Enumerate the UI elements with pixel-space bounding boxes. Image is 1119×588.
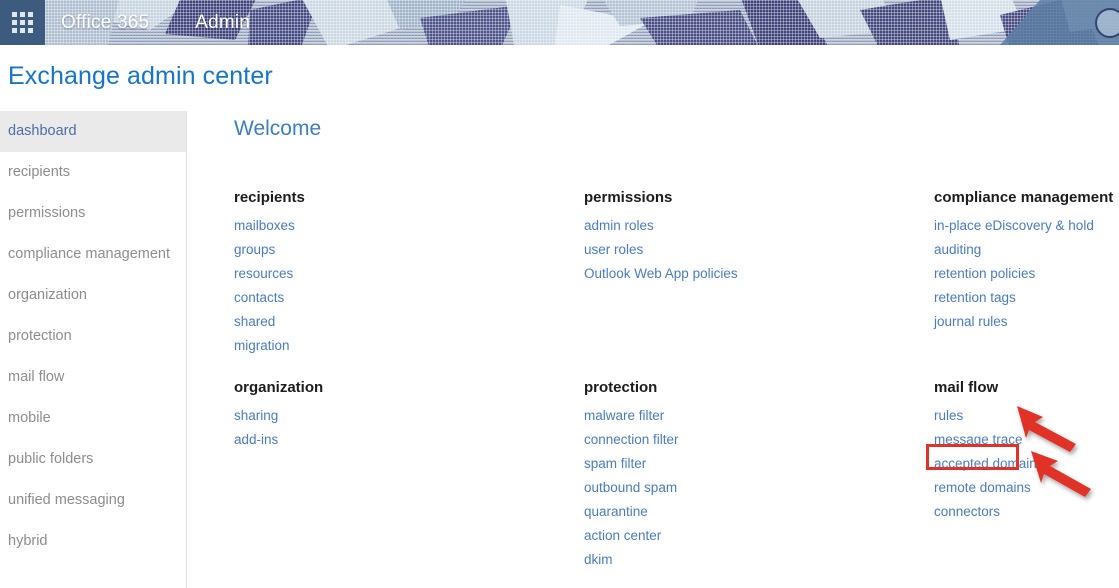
sidebar-item-label: public folders <box>8 451 94 467</box>
sidebar-item-hybrid[interactable]: hybrid <box>0 521 186 562</box>
group-title: organization <box>234 379 324 396</box>
dashboard-group-compliance-management: compliance management in-place eDiscover… <box>934 189 1119 358</box>
sidebar-item-mail-flow[interactable]: mail flow <box>0 357 186 398</box>
link-malware-filter[interactable]: malware filter <box>584 404 664 428</box>
sidebar-item-recipients[interactable]: recipients <box>0 152 186 193</box>
dashboard-group-organization: organization sharing add-ins <box>234 379 584 572</box>
link-connectors[interactable]: connectors <box>934 500 1000 524</box>
link-retention-policies[interactable]: retention policies <box>934 262 1035 286</box>
sidebar-item-public-folders[interactable]: public folders <box>0 439 186 480</box>
link-accepted-domains[interactable]: accepted domains <box>934 452 1044 476</box>
sidebar: dashboard recipients permissions complia… <box>0 111 187 588</box>
dashboard-row-1: recipients mailboxes groups resources co… <box>234 189 1119 358</box>
sidebar-item-compliance-management[interactable]: compliance management <box>0 234 186 275</box>
link-mailboxes[interactable]: mailboxes <box>234 214 295 238</box>
suite-bar-actions <box>1095 0 1119 45</box>
dashboard-group-protection: protection malware filter connection fil… <box>584 379 934 572</box>
link-auditing[interactable]: auditing <box>934 238 981 262</box>
group-title: protection <box>584 379 658 396</box>
dashboard-grid: recipients mailboxes groups resources co… <box>234 189 1119 572</box>
link-resources[interactable]: resources <box>234 262 293 286</box>
sidebar-item-label: recipients <box>8 164 71 180</box>
link-shared[interactable]: shared <box>234 310 275 334</box>
link-admin-roles[interactable]: admin roles <box>584 214 654 238</box>
sidebar-item-label: organization <box>8 287 87 303</box>
sidebar-item-mobile[interactable]: mobile <box>0 398 186 439</box>
link-add-ins[interactable]: add-ins <box>234 428 278 452</box>
sidebar-item-label: dashboard <box>8 123 77 139</box>
link-retention-tags[interactable]: retention tags <box>934 286 1016 310</box>
sidebar-item-label: mobile <box>8 410 51 426</box>
link-connection-filter[interactable]: connection filter <box>584 428 679 452</box>
link-remote-domains[interactable]: remote domains <box>934 476 1031 500</box>
dashboard-group-recipients: recipients mailboxes groups resources co… <box>234 189 584 358</box>
sidebar-item-label: protection <box>8 328 72 344</box>
app-launcher-waffle-icon[interactable] <box>0 0 45 45</box>
sidebar-item-permissions[interactable]: permissions <box>0 193 186 234</box>
group-title: mail flow <box>934 379 999 396</box>
link-contacts[interactable]: contacts <box>234 286 284 310</box>
link-user-roles[interactable]: user roles <box>584 238 643 262</box>
waffle-grid <box>12 12 33 33</box>
sidebar-item-label: hybrid <box>8 533 48 549</box>
suite-bar-decorative-artwork <box>0 0 1119 45</box>
sidebar-item-dashboard[interactable]: dashboard <box>0 111 186 152</box>
help-circle-icon[interactable] <box>1095 7 1119 38</box>
link-sharing[interactable]: sharing <box>234 404 278 428</box>
link-journal-rules[interactable]: journal rules <box>934 310 1008 334</box>
sidebar-item-label: unified messaging <box>8 492 125 508</box>
page-title: Exchange admin center <box>8 62 273 90</box>
group-title: compliance management <box>934 189 1114 206</box>
link-outbound-spam[interactable]: outbound spam <box>584 476 677 500</box>
welcome-heading: Welcome <box>234 117 322 140</box>
group-title: recipients <box>234 189 305 206</box>
suite-brand-label[interactable]: Office 365 <box>61 12 149 34</box>
link-dkim[interactable]: dkim <box>584 548 613 572</box>
link-message-trace[interactable]: message trace <box>934 428 1023 452</box>
dashboard-group-mail-flow: mail flow rules message trace accepted d… <box>934 379 1119 572</box>
link-quarantine[interactable]: quarantine <box>584 500 648 524</box>
sidebar-item-label: mail flow <box>8 369 65 385</box>
sidebar-item-protection[interactable]: protection <box>0 316 186 357</box>
suite-app-label[interactable]: Admin <box>195 12 250 34</box>
link-action-center[interactable]: action center <box>584 524 661 548</box>
sidebar-item-label: compliance management <box>8 246 171 262</box>
sidebar-item-organization[interactable]: organization <box>0 275 186 316</box>
link-outlook-web-app-policies[interactable]: Outlook Web App policies <box>584 262 738 286</box>
sidebar-item-unified-messaging[interactable]: unified messaging <box>0 480 186 521</box>
link-rules[interactable]: rules <box>934 404 963 428</box>
link-groups[interactable]: groups <box>234 238 275 262</box>
link-spam-filter[interactable]: spam filter <box>584 452 646 476</box>
suite-bar: Office 365 Admin <box>0 0 1119 45</box>
dashboard-row-2: organization sharing add-ins protection … <box>234 379 1119 572</box>
group-title: permissions <box>584 189 673 206</box>
link-in-place-ediscovery-and-hold[interactable]: in-place eDiscovery & hold <box>934 214 1094 238</box>
sidebar-item-label: permissions <box>8 205 86 221</box>
dashboard-content: Welcome recipients mailboxes groups reso… <box>186 111 1119 588</box>
dashboard-group-permissions: permissions admin roles user roles Outlo… <box>584 189 934 358</box>
link-migration[interactable]: migration <box>234 334 290 358</box>
